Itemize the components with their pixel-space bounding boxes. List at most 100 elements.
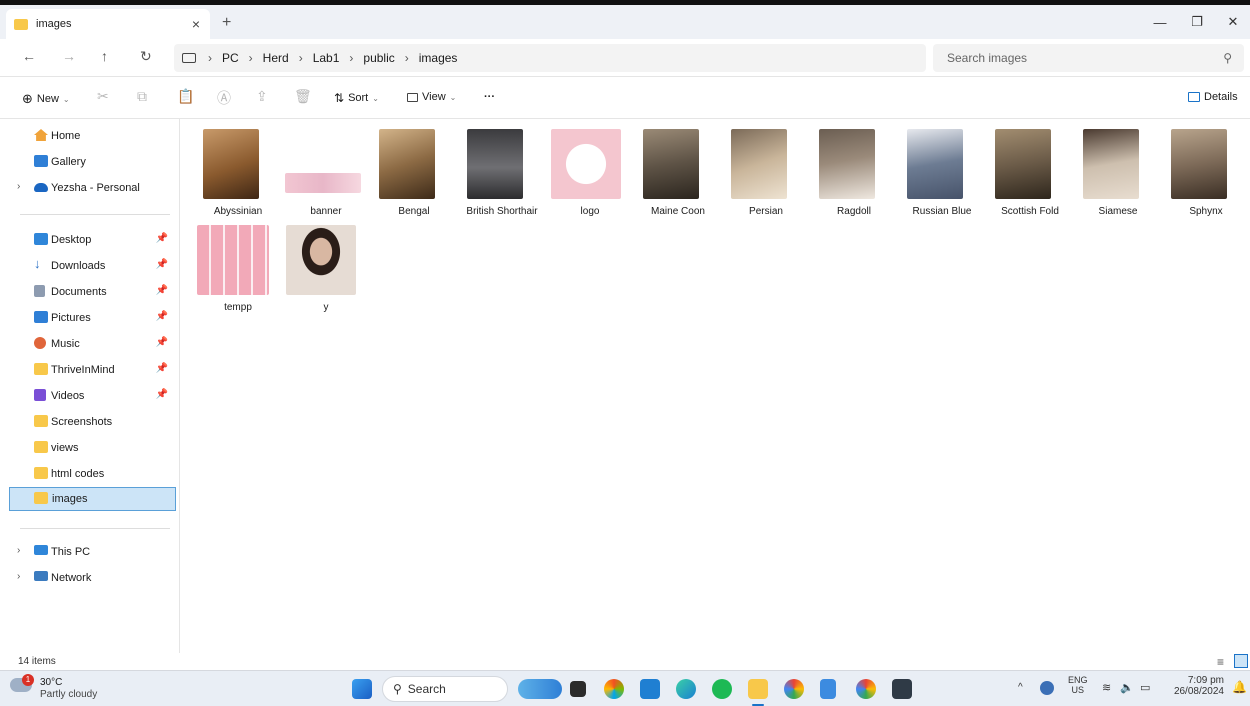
- new-button[interactable]: ⊕ New ⌄: [22, 91, 70, 107]
- file-item[interactable]: Scottish Fold: [987, 121, 1073, 217]
- sidebar-item-videos[interactable]: Videos 📌: [9, 384, 176, 408]
- sidebar-item-this-pc[interactable]: › This PC: [9, 540, 176, 564]
- language-indicator[interactable]: ENG US: [1068, 675, 1088, 695]
- breadcrumb-herd[interactable]: Herd: [263, 51, 289, 65]
- chevron-right-icon: ›: [17, 181, 21, 192]
- refresh-icon[interactable]: ↻: [140, 48, 152, 65]
- file-item[interactable]: Maine Coon: [635, 121, 721, 217]
- sidebar-divider: [20, 214, 170, 215]
- close-window-button[interactable]: ✕: [1216, 11, 1250, 33]
- breadcrumb-images[interactable]: images: [419, 51, 458, 65]
- new-tab-icon[interactable]: +: [222, 14, 231, 32]
- sidebar-item-desktop[interactable]: Desktop 📌: [9, 228, 176, 252]
- more-options-icon[interactable]: ···: [484, 91, 495, 103]
- file-item[interactable]: Sphynx: [1163, 121, 1249, 217]
- start-icon[interactable]: [352, 679, 372, 699]
- breadcrumb-public[interactable]: public: [363, 51, 394, 65]
- search-input[interactable]: Search images ⚲: [933, 44, 1244, 72]
- file-item[interactable]: Ragdoll: [811, 121, 897, 217]
- task-view-icon[interactable]: [570, 681, 586, 697]
- address-row: ← → ↑ ↻ › PC › Herd › Lab1 › public › im…: [0, 39, 1250, 77]
- file-item[interactable]: Siamese: [1075, 121, 1161, 217]
- file-item[interactable]: y: [283, 217, 369, 313]
- rename-icon[interactable]: Ⓐ: [217, 88, 231, 108]
- chrome-profile-icon[interactable]: [784, 679, 804, 699]
- tab-images[interactable]: images ×: [6, 9, 210, 39]
- file-item[interactable]: Persian: [723, 121, 809, 217]
- notification-bell-icon[interactable]: 🔔: [1232, 680, 1247, 694]
- sidebar-item-screenshots[interactable]: Screenshots: [9, 410, 176, 434]
- taskbar-search[interactable]: ⚲ Search: [382, 676, 508, 702]
- chevron-right-icon: ›: [298, 51, 303, 65]
- notepad-icon[interactable]: [820, 679, 836, 699]
- file-item[interactable]: tempp: [195, 217, 281, 313]
- chevron-up-icon[interactable]: ^: [1018, 682, 1023, 693]
- details-view-icon[interactable]: ≡: [1217, 655, 1224, 669]
- folder-icon: [34, 415, 48, 427]
- file-item[interactable]: Russian Blue: [899, 121, 985, 217]
- up-arrow-icon[interactable]: ↑: [101, 48, 108, 64]
- sidebar-item-images[interactable]: images: [9, 487, 176, 511]
- breadcrumb-pc[interactable]: PC: [222, 51, 239, 65]
- copilot-icon[interactable]: [604, 679, 624, 699]
- sidebar-item-network[interactable]: › Network: [9, 566, 176, 590]
- wifi-icon[interactable]: ≋: [1102, 681, 1111, 694]
- file-name: Scottish Fold: [1001, 206, 1059, 217]
- clock[interactable]: 7:09 pm 26/08/2024: [1166, 675, 1224, 697]
- details-button[interactable]: Details: [1188, 91, 1238, 103]
- volume-icon[interactable]: 🔈: [1120, 681, 1134, 694]
- sort-button[interactable]: ⇅ Sort ⌄: [334, 91, 379, 105]
- image-thumbnail: [731, 129, 787, 199]
- edge-icon[interactable]: [676, 679, 696, 699]
- file-name: Russian Blue: [912, 206, 972, 217]
- address-bar[interactable]: › PC › Herd › Lab1 › public › images: [174, 44, 926, 72]
- image-thumbnail: [286, 225, 356, 295]
- spotify-icon[interactable]: [712, 679, 732, 699]
- paste-icon[interactable]: 📋: [177, 88, 194, 105]
- maximize-button[interactable]: ❐: [1180, 11, 1214, 33]
- monitor-icon: [182, 53, 196, 63]
- tray-app-icon[interactable]: [1040, 681, 1054, 695]
- sidebar-item-home[interactable]: Home: [9, 124, 176, 148]
- delete-icon[interactable]: 🗑: [294, 88, 312, 105]
- tab-close-icon[interactable]: ×: [192, 16, 200, 32]
- file-explorer-icon[interactable]: [748, 679, 768, 699]
- sidebar-item-pictures[interactable]: Pictures 📌: [9, 306, 176, 330]
- cut-icon[interactable]: ✂: [97, 88, 109, 105]
- news-widget-icon[interactable]: [518, 679, 562, 699]
- file-name: Sphynx: [1189, 206, 1223, 217]
- large-icons-view-icon[interactable]: [1234, 654, 1248, 668]
- forward-arrow-icon[interactable]: →: [62, 48, 76, 64]
- file-item[interactable]: logo: [547, 121, 633, 217]
- view-icon: [407, 92, 418, 102]
- clock-time: 7:09 pm: [1187, 675, 1224, 686]
- sidebar-item-downloads[interactable]: ↓ Downloads 📌: [9, 254, 176, 278]
- back-arrow-icon[interactable]: ←: [22, 48, 36, 64]
- battery-icon[interactable]: ▭: [1140, 681, 1150, 694]
- chrome-icon[interactable]: [856, 679, 876, 699]
- sidebar-item-label: Network: [51, 572, 92, 584]
- pin-icon: 📌: [155, 389, 168, 400]
- weather-widget[interactable]: 1 30°C Partly cloudy: [10, 674, 130, 702]
- file-item[interactable]: banner: [283, 121, 369, 217]
- image-thumbnail: [643, 129, 699, 199]
- document-icon: [34, 285, 45, 297]
- view-button[interactable]: View ⌄: [407, 91, 456, 103]
- sidebar-item-onedrive[interactable]: › Yezsha - Personal: [9, 176, 176, 200]
- sidebar-item-gallery[interactable]: Gallery: [9, 150, 176, 174]
- network-icon: [34, 571, 48, 581]
- breadcrumb-lab1[interactable]: Lab1: [313, 51, 340, 65]
- sidebar-item-thriveinmind[interactable]: ThriveInMind 📌: [9, 358, 176, 382]
- sidebar-item-views[interactable]: views: [9, 436, 176, 460]
- share-icon[interactable]: ⇪: [256, 88, 268, 105]
- terminal-icon[interactable]: [892, 679, 912, 699]
- minimize-button[interactable]: —: [1143, 11, 1177, 33]
- sidebar-item-music[interactable]: Music 📌: [9, 332, 176, 356]
- file-item[interactable]: Abyssinian: [195, 121, 281, 217]
- sidebar-item-html-codes[interactable]: html codes: [9, 462, 176, 486]
- file-item[interactable]: Bengal: [371, 121, 457, 217]
- sidebar-item-documents[interactable]: Documents 📌: [9, 280, 176, 304]
- outlook-icon[interactable]: [640, 679, 660, 699]
- copy-icon[interactable]: ⧉: [137, 88, 147, 105]
- file-item[interactable]: British Shorthair: [459, 121, 545, 217]
